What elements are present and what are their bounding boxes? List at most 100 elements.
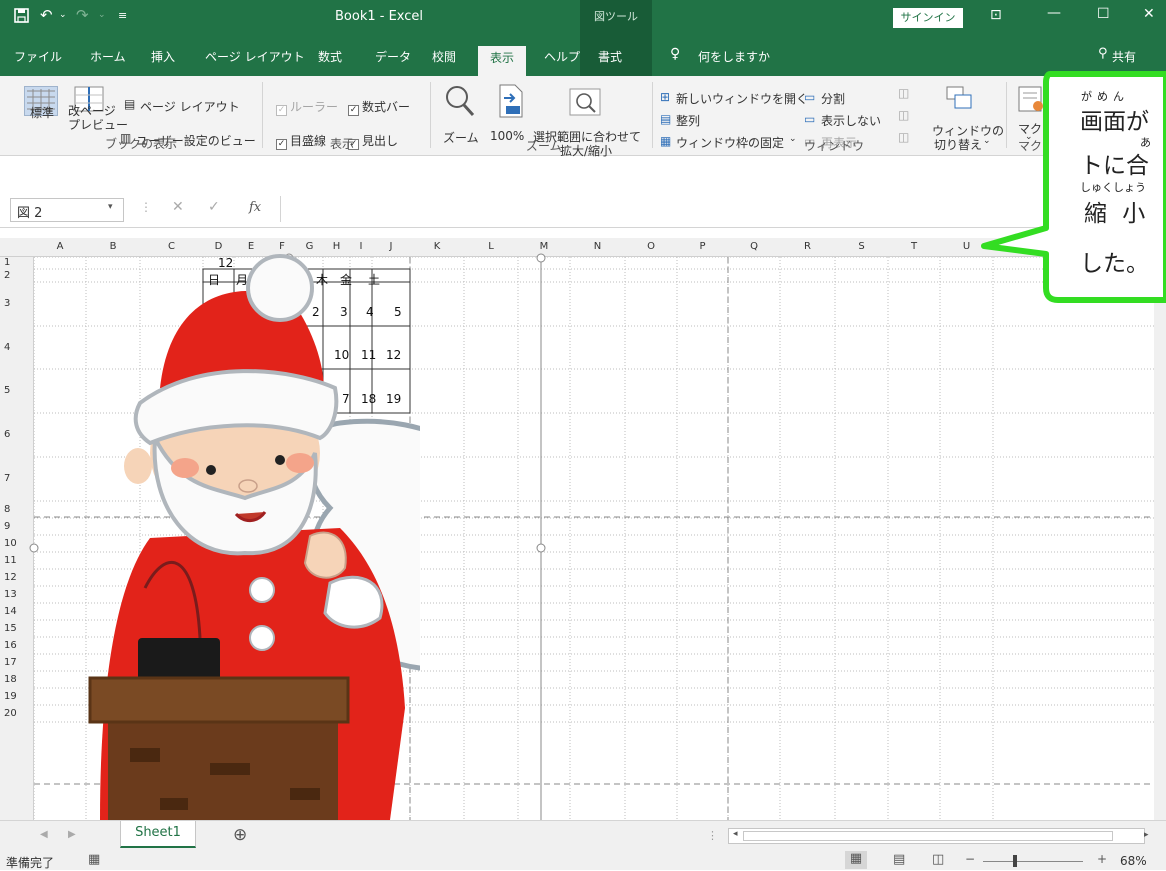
arrange-all-button[interactable]: 整列: [676, 112, 700, 129]
callout-line-2: トに合: [1080, 153, 1149, 179]
tab-help[interactable]: ヘルプ: [544, 48, 580, 65]
arrange-all-icon[interactable]: ▤: [660, 112, 671, 126]
freeze-panes-icon[interactable]: ▦: [660, 134, 671, 148]
page-layout-view-icon[interactable]: ▤: [124, 97, 135, 111]
zoom-button[interactable]: ズーム: [443, 129, 479, 146]
redo-icon[interactable]: ↷: [76, 6, 89, 24]
zoom-slider-track[interactable]: [983, 861, 1083, 862]
callout-line-1: 画面が: [1080, 109, 1149, 135]
new-window-icon[interactable]: ⊞: [660, 90, 670, 104]
horizontal-scrollbar[interactable]: ◂: [728, 828, 1145, 844]
scroll-thumb[interactable]: [743, 831, 1113, 841]
tab-review[interactable]: 校閲: [432, 48, 456, 65]
close-button[interactable]: ✕: [1143, 6, 1155, 22]
page-break-preview-label-2[interactable]: プレビュー: [68, 116, 128, 133]
add-sheet-icon[interactable]: ⊕: [233, 825, 247, 845]
freeze-panes-dropdown-icon[interactable]: ⌄: [789, 134, 797, 144]
tab-view[interactable]: 表示: [478, 46, 527, 76]
undo-icon[interactable]: ↶: [40, 6, 53, 24]
normal-view-status-icon[interactable]: ▦: [845, 851, 867, 869]
tell-me-box[interactable]: 何をしますか: [698, 48, 770, 65]
page-layout-view-button[interactable]: ページ レイアウト: [140, 98, 240, 115]
formula-divider: [280, 196, 281, 222]
lightbulb-icon[interactable]: ♀: [670, 46, 680, 62]
new-window-button[interactable]: 新しいウィンドウを開く: [676, 90, 808, 107]
save-icon[interactable]: [14, 8, 29, 27]
checkbox-checked-icon: ✓: [348, 105, 359, 116]
tab-file[interactable]: ファイル: [14, 48, 62, 65]
ruler-checkbox[interactable]: ✓ ルーラー: [276, 98, 338, 116]
tab-format[interactable]: 書式: [598, 48, 622, 65]
ribbon-separator: [652, 82, 653, 148]
redo-dropdown-icon[interactable]: ⌄: [98, 10, 106, 20]
freeze-panes-button[interactable]: ウィンドウ枠の固定: [676, 134, 784, 151]
hide-window-icon[interactable]: ▭: [804, 112, 815, 126]
tab-page-layout[interactable]: ページ レイアウト: [205, 48, 305, 65]
view-side-by-side-icon[interactable]: ◫: [898, 86, 909, 100]
headings-checkbox[interactable]: ✓ 見出し: [348, 132, 398, 150]
callout-ruby-3: しゅくしょう: [1080, 181, 1146, 194]
zoom-100-icon[interactable]: [498, 84, 524, 121]
status-ready: 準備完了: [6, 856, 55, 870]
santa-illustration[interactable]: [0, 238, 420, 820]
group-label-book-views: ブックの表示: [105, 137, 178, 151]
undo-dropdown-icon[interactable]: ⌄: [59, 10, 67, 20]
instruction-callout: がめん 画面が あ トに合 しゅくしょう 縮 小 した。: [970, 68, 1166, 303]
signin-button[interactable]: サインイン: [893, 8, 963, 28]
insert-function-icon[interactable]: fx: [249, 200, 261, 215]
page-break-status-icon[interactable]: ◫: [932, 852, 944, 867]
maximize-button[interactable]: ☐: [1097, 6, 1110, 22]
sheet-tabs-bar: ◀ ▶ Sheet1 ⊕ ⋮ ◂ ▸: [0, 820, 1166, 852]
vertical-scrollbar[interactable]: [1154, 238, 1166, 820]
macro-record-icon[interactable]: ▦: [88, 852, 100, 867]
scroll-right-icon[interactable]: ▸: [1144, 830, 1149, 840]
sheet-next-icon[interactable]: ▶: [68, 829, 76, 840]
title-bar: ↶ ⌄ ↷ ⌄ ≡ Book1 - Excel 図ツール サインイン ⊡ — ☐…: [0, 0, 1166, 34]
tab-split-handle-icon[interactable]: ⋮: [707, 829, 718, 842]
zoom-to-selection-icon[interactable]: [568, 86, 602, 121]
zoom-100-button[interactable]: 100%: [490, 129, 524, 143]
zoom-slider-thumb[interactable]: [1013, 855, 1018, 867]
status-bar: 準備完了 ▦ ▦ ▤ ◫ − + 68%: [0, 851, 1166, 870]
enter-icon[interactable]: ✓: [208, 199, 220, 215]
checkbox-checked-icon: ✓: [276, 105, 287, 116]
switch-windows-icon[interactable]: [946, 86, 972, 113]
customize-qat-icon[interactable]: ≡: [118, 9, 127, 22]
tab-formulas[interactable]: 数式: [318, 48, 342, 65]
zoom-level[interactable]: 68%: [1120, 854, 1147, 868]
zoom-magnifier-icon[interactable]: [444, 84, 476, 121]
hide-window-button[interactable]: 表示しない: [821, 112, 881, 129]
ribbon-separator: [262, 82, 263, 148]
tab-data[interactable]: データ: [375, 48, 411, 65]
scroll-left-icon[interactable]: ◂: [733, 829, 738, 839]
gridlines-checkbox[interactable]: ✓ 目盛線: [276, 132, 326, 150]
ribbon-display-options-icon[interactable]: ⊡: [990, 7, 1002, 23]
split-icon[interactable]: ▭: [804, 90, 815, 104]
minimize-button[interactable]: —: [1047, 5, 1061, 21]
group-label-show: 表示: [330, 137, 355, 151]
share-button[interactable]: 共有: [1112, 48, 1136, 65]
split-button[interactable]: 分割: [821, 90, 845, 107]
zoom-to-selection-label-2[interactable]: 拡大/縮小: [560, 142, 612, 159]
normal-view-label: 標準: [30, 106, 55, 120]
cancel-icon[interactable]: ✕: [172, 199, 184, 215]
sheet-prev-icon[interactable]: ◀: [40, 829, 48, 840]
ribbon-separator: [430, 82, 431, 148]
context-tab-group-label: 図ツール: [580, 0, 652, 34]
tab-home[interactable]: ホーム: [90, 48, 126, 65]
group-label-window: ウィンドウ: [804, 139, 865, 153]
share-person-icon[interactable]: ⚲: [1098, 46, 1108, 61]
name-box[interactable]: 図 2: [10, 198, 124, 222]
page-layout-status-icon[interactable]: ▤: [893, 852, 905, 867]
reset-window-position-icon[interactable]: ◫: [898, 130, 909, 144]
zoom-in-button[interactable]: +: [1097, 852, 1107, 866]
zoom-out-button[interactable]: −: [965, 852, 975, 866]
callout-line-4: した。: [1080, 251, 1149, 277]
worksheet-grid[interactable]: ABCDEFGHIJKLMNOPQRSTU 1 2 3 4 5 6 7 8 9 10 11 12 13 1…: [0, 238, 1154, 820]
synchronous-scrolling-icon[interactable]: ◫: [898, 108, 909, 122]
name-box-dropdown-icon[interactable]: ▾: [108, 202, 113, 212]
formula-bar-checkbox[interactable]: ✓ 数式バー: [348, 98, 410, 116]
more-icon: ⋮: [140, 200, 152, 214]
tab-insert[interactable]: 挿入: [151, 48, 175, 65]
sheet-tab[interactable]: Sheet1: [120, 821, 196, 848]
